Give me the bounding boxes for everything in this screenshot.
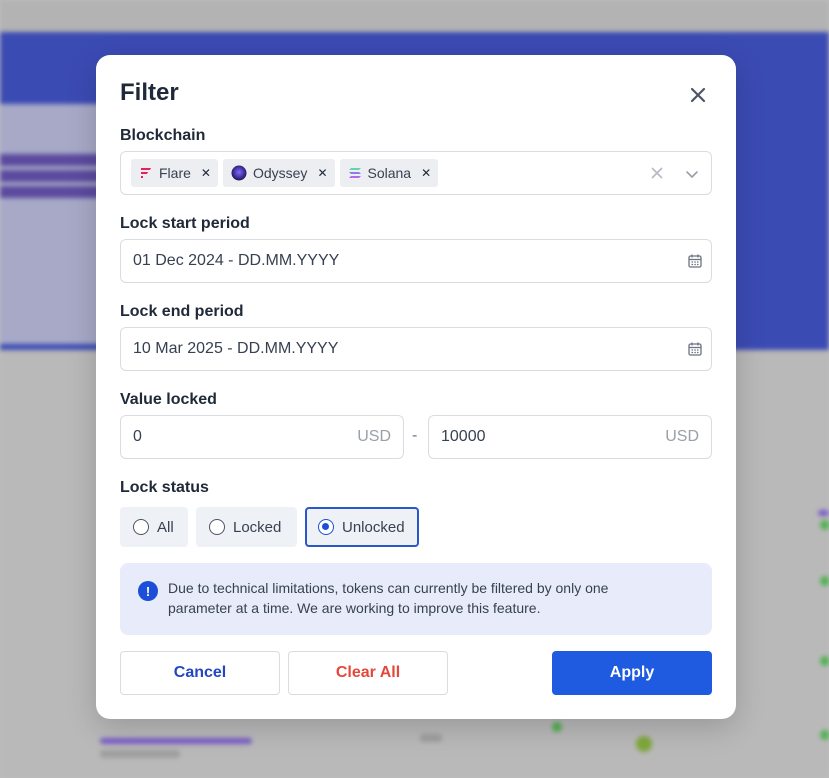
remove-chip-icon[interactable]: ✕ [317, 166, 327, 180]
lock-start-label: Lock start period [120, 215, 250, 232]
backdrop-topbar [0, 0, 829, 32]
chain-chip-odyssey: Odyssey ✕ [222, 159, 335, 187]
remove-chip-icon[interactable]: ✕ [421, 166, 431, 180]
chip-label: Flare [159, 165, 191, 181]
value-max: 10000 [441, 428, 486, 445]
chevron-down-icon [686, 171, 698, 178]
value-locked-label: Value locked [120, 391, 217, 408]
cancel-button[interactable]: Cancel [120, 651, 280, 695]
blockchain-select[interactable]: Flare ✕ Odyssey ✕ Solana ✕ [120, 151, 712, 195]
backdrop-text [100, 750, 180, 758]
backdrop-progress [818, 510, 829, 516]
notice-text: Due to technical limitations, tokens can… [168, 580, 609, 616]
value-min-input[interactable]: 0 USD [120, 415, 404, 459]
radio-selected-icon [318, 519, 334, 535]
status-option-all[interactable]: All [120, 507, 188, 547]
close-icon [690, 87, 706, 103]
unit-label: USD [357, 428, 391, 445]
backdrop-dot [820, 730, 829, 740]
apply-button[interactable]: Apply [552, 651, 712, 695]
calendar-icon[interactable] [687, 341, 703, 357]
remove-chip-icon[interactable]: ✕ [201, 166, 211, 180]
blockchain-label: Blockchain [120, 127, 206, 144]
lock-start-date-input[interactable]: 01 Dec 2024 - DD.MM.YYYY [120, 239, 712, 283]
backdrop-progress [100, 738, 252, 744]
status-option-locked[interactable]: Locked [196, 507, 297, 547]
calendar-icon[interactable] [687, 253, 703, 269]
chip-label: Odyssey [252, 165, 308, 181]
radio-icon [209, 519, 225, 535]
lock-end-label: Lock end period [120, 303, 244, 320]
flare-logo-icon [141, 168, 151, 178]
status-option-label: All [157, 518, 174, 536]
info-notice: ! Due to technical limitations, tokens c… [120, 563, 712, 635]
backdrop-dot [636, 736, 652, 752]
status-option-unlocked[interactable]: Unlocked [305, 507, 419, 547]
lock-start-value: 01 Dec 2024 - DD.MM.YYYY [133, 252, 340, 269]
status-option-label: Locked [233, 518, 282, 536]
radio-icon [133, 519, 149, 535]
backdrop-text [420, 734, 442, 742]
selected-chains: Flare ✕ Odyssey ✕ Solana ✕ [131, 159, 439, 187]
backdrop-dot [552, 722, 562, 732]
chip-label: Solana [367, 165, 412, 181]
range-separator: - [412, 427, 418, 444]
backdrop-dot [820, 656, 829, 666]
clear-selection-button[interactable] [649, 165, 665, 181]
status-option-label: Unlocked [342, 518, 405, 536]
chain-chip-solana: Solana ✕ [339, 159, 439, 187]
dialog-title: Filter [120, 79, 179, 106]
unit-label: USD [665, 428, 699, 445]
backdrop-dot [820, 520, 829, 530]
lock-end-value: 10 Mar 2025 - DD.MM.YYYY [133, 340, 339, 357]
close-icon [651, 167, 663, 179]
filter-dialog: Filter Blockchain Flare ✕ Odyssey ✕ Sola… [96, 55, 736, 719]
value-max-input[interactable]: 10000 USD [428, 415, 712, 459]
info-icon: ! [138, 581, 158, 601]
value-min: 0 [133, 428, 142, 445]
backdrop-dot [820, 576, 829, 586]
lock-status-label: Lock status [120, 479, 209, 496]
solana-logo-icon [348, 168, 361, 178]
clear-all-button[interactable]: Clear All [288, 651, 448, 695]
close-button[interactable] [684, 81, 712, 109]
odyssey-logo-icon [231, 165, 247, 181]
dropdown-toggle[interactable] [683, 165, 701, 183]
lock-end-date-input[interactable]: 10 Mar 2025 - DD.MM.YYYY [120, 327, 712, 371]
chain-chip-flare: Flare ✕ [131, 159, 218, 187]
